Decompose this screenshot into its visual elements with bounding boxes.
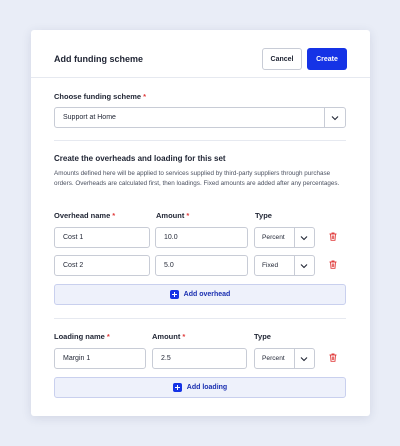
modal-title: Add funding scheme [54, 54, 144, 64]
add-overhead-label: Add overhead [183, 291, 231, 298]
create-button[interactable]: Create [307, 48, 347, 70]
section-divider [54, 318, 346, 319]
overhead-type-header: Type [255, 211, 272, 220]
loading-type-select[interactable]: Percent [254, 348, 315, 369]
cancel-button[interactable]: Cancel [262, 48, 302, 70]
chevron-down-icon [300, 356, 308, 362]
loading-amount-input[interactable]: 2.5 [152, 348, 247, 369]
overheads-description: Amounts defined here will be applied to … [54, 170, 340, 187]
trash-icon[interactable] [329, 353, 337, 362]
funding-scheme-select[interactable]: Support at Home [54, 107, 346, 128]
add-overhead-button[interactable]: Add overhead [54, 284, 346, 305]
select-divider [294, 228, 295, 247]
required-mark: * [182, 332, 186, 341]
required-mark: * [106, 332, 110, 341]
loading-name-input[interactable]: Margin 1 [54, 348, 146, 369]
loading-amount-header: Amount * [152, 332, 186, 341]
overhead-type-select[interactable]: Percent [254, 227, 315, 248]
chevron-down-icon [331, 115, 339, 121]
trash-icon[interactable] [329, 232, 337, 241]
modal-header: Add funding scheme Cancel Create [31, 30, 370, 78]
trash-icon[interactable] [329, 260, 337, 269]
loading-type-value: Percent [262, 355, 285, 362]
select-divider [294, 349, 295, 368]
overhead-type-value: Fixed [262, 262, 279, 269]
select-divider [324, 108, 325, 127]
overhead-name-input[interactable]: Cost 1 [54, 227, 150, 248]
loading-type-header: Type [254, 332, 271, 341]
required-mark: * [186, 211, 190, 220]
select-divider [294, 256, 295, 275]
funding-scheme-label: Choose funding scheme * [54, 92, 147, 101]
overhead-amount-input[interactable]: 10.0 [155, 227, 248, 248]
plus-icon [172, 383, 182, 392]
add-funding-scheme-modal: Add funding scheme Cancel Create Choose … [31, 30, 370, 416]
required-mark: * [143, 92, 147, 101]
chevron-down-icon [300, 235, 308, 241]
overhead-amount-header: Amount * [156, 211, 190, 220]
add-loading-label: Add loading [186, 384, 228, 391]
overhead-amount-input[interactable]: 5.0 [155, 255, 248, 276]
loading-name-header: Loading name * [54, 332, 110, 341]
overhead-type-value: Percent [262, 234, 285, 241]
funding-scheme-value: Support at Home [63, 114, 116, 121]
overhead-name-header: Overhead name * [54, 211, 116, 220]
required-mark: * [112, 211, 116, 220]
chevron-down-icon [300, 263, 308, 269]
plus-icon [169, 290, 179, 299]
overheads-section-title: Create the overheads and loading for thi… [54, 154, 226, 163]
section-divider [54, 140, 346, 141]
add-loading-button[interactable]: Add loading [54, 377, 346, 398]
overhead-type-select[interactable]: Fixed [254, 255, 315, 276]
overhead-name-input[interactable]: Cost 2 [54, 255, 150, 276]
